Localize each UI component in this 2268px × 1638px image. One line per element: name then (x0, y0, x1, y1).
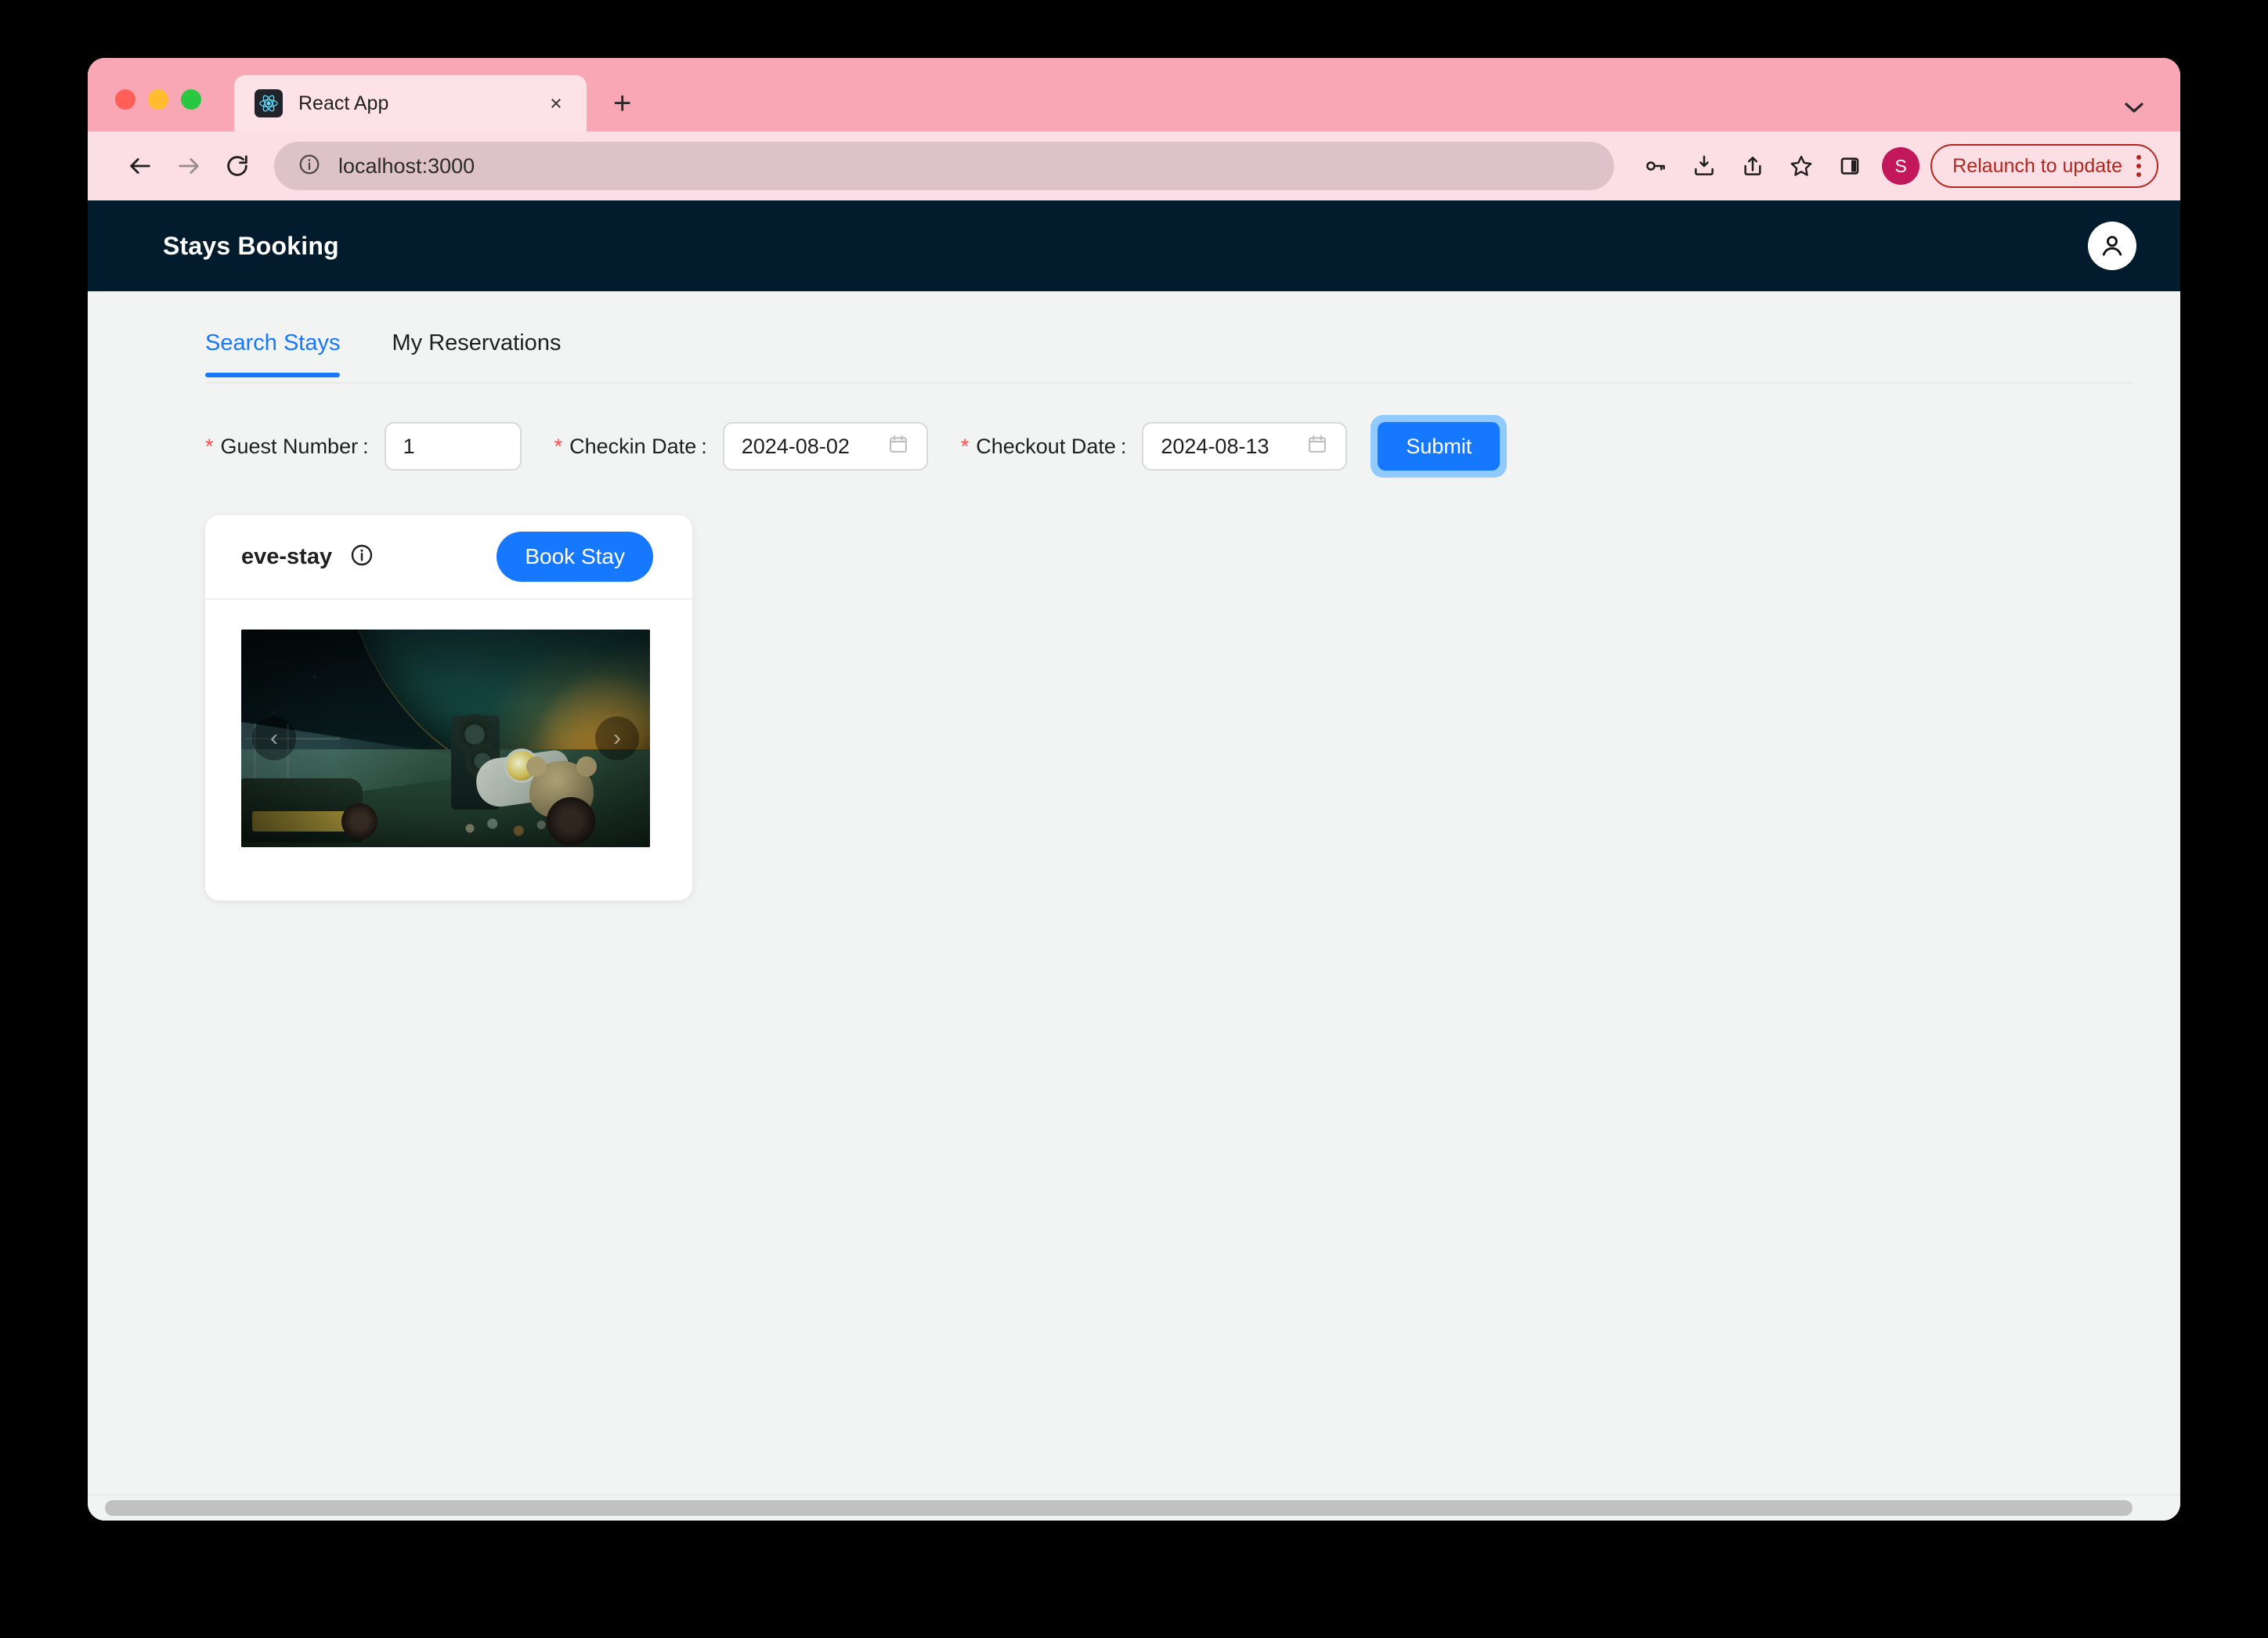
horizontal-scrollbar-thumb[interactable] (105, 1500, 2133, 1516)
page-title: Stays Booking (163, 231, 339, 260)
required-marker: * (960, 434, 970, 458)
browser-tab-title: React App (298, 92, 389, 114)
app-header: Stays Booking (88, 200, 2180, 291)
address-bar-url: localhost:3000 (338, 153, 475, 178)
guest-number-colon: : (363, 434, 369, 458)
required-marker: * (205, 434, 214, 458)
close-tab-button[interactable]: × (543, 92, 569, 114)
stay-result-card: eve-stay Book Stay ‹ › (205, 515, 692, 900)
relaunch-to-update-button[interactable]: Relaunch to update (1930, 144, 2158, 188)
checkout-date-colon: : (1120, 434, 1127, 458)
horizontal-scrollbar[interactable] (88, 1494, 2180, 1521)
browser-window: React App × + localhost:3000 S Relaunch … (88, 58, 2180, 1521)
browser-menu-icon[interactable] (2136, 155, 2146, 177)
guest-number-input[interactable]: 1 (384, 422, 522, 471)
checkout-date-input[interactable]: 2024-08-13 (1142, 422, 1348, 471)
window-traffic-lights (88, 89, 201, 132)
info-circle-icon[interactable] (349, 543, 374, 572)
bookmark-star-icon[interactable] (1777, 142, 1826, 190)
stay-name: eve-stay (241, 543, 333, 569)
maximize-window-button[interactable] (181, 89, 201, 110)
guest-number-label: Guest Number (220, 434, 359, 458)
tab-search-stays[interactable]: Search Stays (205, 330, 341, 377)
info-circle-icon[interactable] (298, 153, 321, 180)
search-form: * Guest Number : 1 * Checkin Date : 2024… (88, 384, 2180, 478)
checkout-date-field: * Checkout Date : 2024-08-13 (961, 422, 1348, 471)
submit-button[interactable]: Submit (1378, 422, 1501, 471)
carousel-next-button[interactable]: › (595, 716, 639, 760)
book-stay-button[interactable]: Book Stay (497, 532, 653, 582)
vignette-decoration (241, 630, 650, 847)
side-panel-icon[interactable] (1826, 142, 1874, 190)
page-viewport: Stays Booking Search Stays My Reservatio… (88, 200, 2180, 1521)
stay-card-body: ‹ › (205, 600, 692, 900)
checkin-date-label: Checkin Date (569, 434, 697, 458)
stay-image-carousel[interactable]: ‹ › (241, 630, 650, 847)
install-app-icon[interactable] (1680, 142, 1728, 190)
submit-focus-ring: Submit (1371, 415, 1508, 478)
browser-tab-strip: React App × + (88, 58, 2180, 132)
chevron-down-icon[interactable] (2122, 100, 2146, 114)
relaunch-label: Relaunch to update (1952, 154, 2122, 177)
address-bar[interactable]: localhost:3000 (274, 142, 1615, 190)
close-window-button[interactable] (115, 89, 135, 110)
minimize-window-button[interactable] (148, 89, 168, 110)
app-tabs: Search Stays My Reservations (88, 291, 2180, 384)
browser-toolbar: localhost:3000 S Relaunch to update (88, 132, 2180, 200)
checkout-date-value: 2024-08-13 (1161, 434, 1269, 458)
guest-number-field: * Guest Number : 1 (205, 422, 522, 471)
required-marker: * (554, 434, 563, 458)
share-icon[interactable] (1728, 142, 1777, 190)
carousel-prev-button[interactable]: ‹ (252, 716, 296, 760)
browser-tab-react-app[interactable]: React App × (234, 75, 587, 132)
profile-avatar[interactable]: S (1882, 147, 1920, 185)
new-tab-button[interactable]: + (613, 88, 631, 119)
tabs-divider (205, 382, 2133, 384)
checkin-date-input[interactable]: 2024-08-02 (722, 422, 928, 471)
checkout-date-label: Checkout Date (976, 434, 1116, 458)
stay-card-header: eve-stay Book Stay (205, 515, 692, 600)
checkin-date-colon: : (701, 434, 707, 458)
checkin-date-field: * Checkin Date : 2024-08-02 (554, 422, 928, 471)
tab-my-reservations[interactable]: My Reservations (392, 330, 561, 377)
user-avatar-icon[interactable] (2088, 222, 2136, 270)
calendar-icon[interactable] (1306, 433, 1328, 460)
calendar-icon[interactable] (887, 433, 909, 460)
back-arrow-icon[interactable] (116, 142, 164, 190)
guest-number-value: 1 (403, 434, 415, 458)
react-logo-icon (255, 89, 283, 117)
password-key-icon[interactable] (1631, 142, 1680, 190)
checkin-date-value: 2024-08-02 (741, 434, 850, 458)
reload-icon[interactable] (213, 142, 262, 190)
forward-arrow-icon[interactable] (164, 142, 213, 190)
